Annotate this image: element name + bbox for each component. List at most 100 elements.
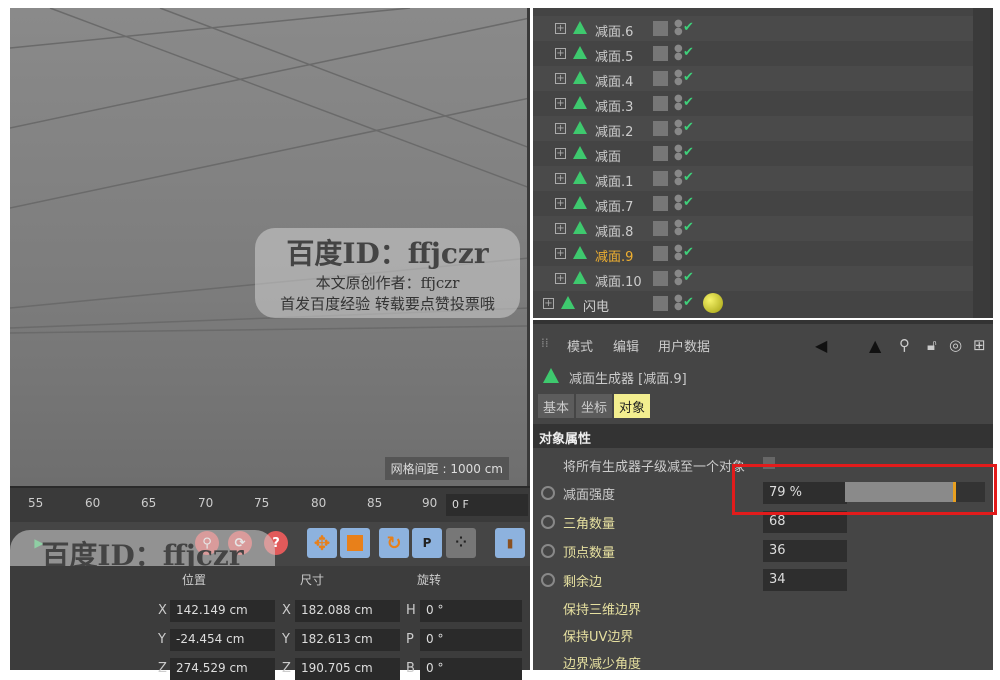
- layer-icon[interactable]: [653, 21, 668, 36]
- rotation-h-field[interactable]: 0 °: [420, 600, 522, 622]
- object-row[interactable]: + 减面.10 ● ● ✔: [533, 266, 973, 291]
- object-row[interactable]: + 减面.2 ● ● ✔: [533, 116, 973, 141]
- layer-icon[interactable]: [653, 46, 668, 61]
- tab-basic[interactable]: 基本: [538, 394, 575, 418]
- visibility-dots-icon[interactable]: ● ●: [674, 294, 683, 312]
- animate-radio[interactable]: [541, 573, 555, 587]
- size-header: 尺寸: [300, 573, 325, 587]
- object-row[interactable]: + 减面.6 ● ● ✔: [533, 16, 973, 41]
- expand-icon[interactable]: +: [555, 73, 566, 84]
- position-y-field[interactable]: -24.454 cm: [170, 629, 275, 651]
- enabled-check-icon[interactable]: ✔: [683, 20, 694, 35]
- visibility-dots-icon[interactable]: ● ●: [674, 269, 683, 287]
- layer-icon[interactable]: [653, 146, 668, 161]
- layer-icon[interactable]: [653, 221, 668, 236]
- size-z-field[interactable]: 190.705 cm: [295, 658, 400, 680]
- visibility-dots-icon[interactable]: ● ●: [674, 219, 683, 237]
- material-tag-icon[interactable]: [703, 293, 723, 313]
- position-x-field[interactable]: 142.149 cm: [170, 600, 275, 622]
- back-arrow-icon[interactable]: ◀: [815, 336, 827, 355]
- expand-icon[interactable]: +: [555, 148, 566, 159]
- expand-icon[interactable]: +: [555, 48, 566, 59]
- object-row[interactable]: + 减面.9 ● ● ✔: [533, 241, 973, 266]
- animate-radio[interactable]: [541, 515, 555, 529]
- parameter-icon[interactable]: P: [412, 528, 442, 558]
- menu-edit[interactable]: 编辑: [613, 336, 639, 355]
- point-level-icon[interactable]: ⁘: [446, 528, 476, 558]
- expand-icon[interactable]: +: [555, 123, 566, 134]
- vertex-count-field[interactable]: 36: [763, 540, 847, 562]
- animate-radio[interactable]: [541, 486, 555, 500]
- enabled-check-icon[interactable]: ✔: [683, 220, 694, 235]
- layer-icon[interactable]: [653, 296, 668, 311]
- scale-icon[interactable]: [340, 528, 370, 558]
- expand-icon[interactable]: +: [555, 223, 566, 234]
- expand-icon[interactable]: +: [555, 23, 566, 34]
- lock-icon[interactable]: 🔓︎: [927, 336, 937, 354]
- object-row[interactable]: + 减面.3 ● ● ✔: [533, 91, 973, 116]
- expand-icon[interactable]: +: [555, 273, 566, 284]
- object-row[interactable]: + 减面.8 ● ● ✔: [533, 216, 973, 241]
- expand-icon[interactable]: +: [555, 98, 566, 109]
- position-z-field[interactable]: 274.529 cm: [170, 658, 275, 680]
- move-icon[interactable]: ✥: [307, 528, 337, 558]
- target-icon[interactable]: ◎: [949, 336, 962, 354]
- visibility-dots-icon[interactable]: ● ●: [674, 44, 683, 62]
- object-row[interactable]: + 减面.7 ● ● ✔: [533, 191, 973, 216]
- layer-icon[interactable]: [653, 171, 668, 186]
- layer-icon[interactable]: [653, 196, 668, 211]
- new-panel-icon[interactable]: ⊞: [973, 336, 986, 354]
- expand-icon[interactable]: +: [555, 248, 566, 259]
- object-manager-scrollbar[interactable]: [973, 8, 993, 318]
- menu-mode[interactable]: 模式: [567, 336, 593, 355]
- film-icon[interactable]: ▮: [495, 528, 525, 558]
- axis-label: Y: [282, 632, 290, 647]
- enabled-check-icon[interactable]: ✔: [683, 145, 694, 160]
- layer-icon[interactable]: [653, 271, 668, 286]
- enabled-check-icon[interactable]: ✔: [683, 70, 694, 85]
- visibility-dots-icon[interactable]: ● ●: [674, 244, 683, 262]
- size-y-field[interactable]: 182.613 cm: [295, 629, 400, 651]
- rotation-b-field[interactable]: 0 °: [420, 658, 522, 680]
- visibility-dots-icon[interactable]: ● ●: [674, 194, 683, 212]
- visibility-dots-icon[interactable]: ● ●: [674, 144, 683, 162]
- visibility-dots-icon[interactable]: ● ●: [674, 94, 683, 112]
- timeline-ruler[interactable]: 55 60 65 70 75 80 85 90 0 F: [10, 486, 530, 522]
- object-row[interactable]: + 闪电 ● ● ✔: [533, 291, 973, 316]
- object-row[interactable]: + 减面 ● ● ✔: [533, 141, 973, 166]
- object-row[interactable]: + 减面.1 ● ● ✔: [533, 166, 973, 191]
- up-arrow-icon[interactable]: ▲: [869, 336, 881, 355]
- expand-icon[interactable]: +: [543, 298, 554, 309]
- visibility-dots-icon[interactable]: ● ●: [674, 119, 683, 137]
- rotate-icon[interactable]: ↻: [379, 528, 409, 558]
- layer-icon[interactable]: [653, 121, 668, 136]
- layer-icon[interactable]: [653, 96, 668, 111]
- visibility-dots-icon[interactable]: ● ●: [674, 169, 683, 187]
- visibility-dots-icon[interactable]: ● ●: [674, 69, 683, 87]
- enabled-check-icon[interactable]: ✔: [683, 120, 694, 135]
- current-frame-field[interactable]: 0 F: [446, 494, 528, 516]
- rotation-p-field[interactable]: 0 °: [420, 629, 522, 651]
- expand-icon[interactable]: +: [555, 198, 566, 209]
- enabled-check-icon[interactable]: ✔: [683, 245, 694, 260]
- enabled-check-icon[interactable]: ✔: [683, 195, 694, 210]
- enabled-check-icon[interactable]: ✔: [683, 95, 694, 110]
- enabled-check-icon[interactable]: ✔: [683, 295, 694, 310]
- remaining-edges-field[interactable]: 34: [763, 569, 847, 591]
- menu-user-data[interactable]: 用户数据: [658, 336, 710, 355]
- polygon-reduction-icon: [573, 271, 587, 284]
- layer-icon[interactable]: [653, 71, 668, 86]
- tab-object[interactable]: 对象: [614, 394, 651, 418]
- size-x-field[interactable]: 182.088 cm: [295, 600, 400, 622]
- enabled-check-icon[interactable]: ✔: [683, 45, 694, 60]
- expand-icon[interactable]: +: [555, 173, 566, 184]
- enabled-check-icon[interactable]: ✔: [683, 170, 694, 185]
- object-row[interactable]: + 减面.4 ● ● ✔: [533, 66, 973, 91]
- visibility-dots-icon[interactable]: ● ●: [674, 19, 683, 37]
- layer-icon[interactable]: [653, 246, 668, 261]
- tab-coord[interactable]: 坐标: [576, 394, 613, 418]
- animate-radio[interactable]: [541, 544, 555, 558]
- object-row[interactable]: + 减面.5 ● ● ✔: [533, 41, 973, 66]
- enabled-check-icon[interactable]: ✔: [683, 270, 694, 285]
- search-icon[interactable]: ⚲: [899, 336, 910, 354]
